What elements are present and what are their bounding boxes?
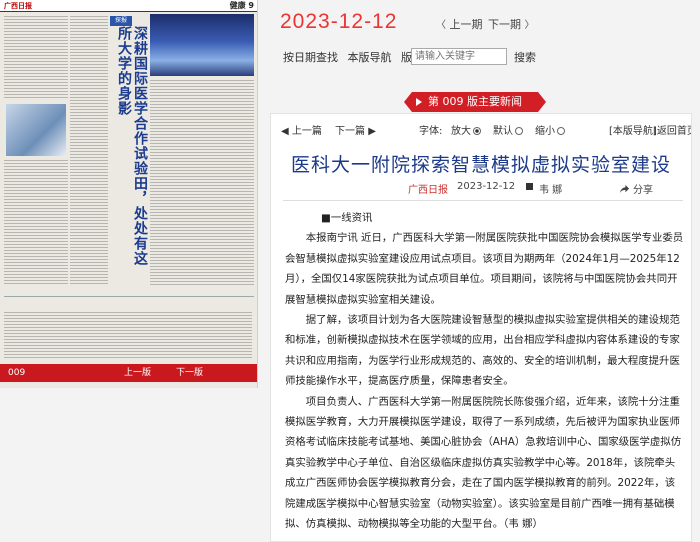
- article-paragraph: 项目负责人、广西医科大学第一附属医院院长陈俊强介绍，近年来，该院十分注重模拟医学…: [285, 395, 682, 531]
- share-icon: [619, 184, 630, 194]
- paper-vertical-headline: 深耕国际医学合作试验田，处处有这所大学的身影: [116, 26, 148, 266]
- title-divider: [283, 200, 683, 201]
- prev-article-button[interactable]: ◀ 上一篇: [281, 122, 322, 137]
- paper-prev-page-link[interactable]: 上一版: [124, 364, 151, 382]
- article-body: ■一线资讯 本报南宁讯 近日，广西医科大学第一附属医院获批中国医院协会模拟医学专…: [285, 208, 685, 535]
- epaper-window: { "paper_thumb": { "masthead_logo": "广西日…: [0, 0, 700, 542]
- chevron-left-icon: 〈: [436, 20, 446, 31]
- next-article-button[interactable]: 下一篇 ▶: [335, 122, 376, 137]
- font-default-option[interactable]: 默认: [493, 122, 525, 137]
- default-label: 默认: [493, 126, 513, 137]
- paper-photo-lab: [6, 104, 66, 156]
- paper-next-page-link[interactable]: 下一版: [176, 364, 203, 382]
- share-label: 分享: [633, 185, 653, 196]
- article-paragraph: 据了解，该项目计划为各大医院建设智慧型的模拟虚拟实验室提供相关的建设规范和标准，…: [285, 314, 680, 388]
- prev-issue-label: 上一期: [449, 18, 483, 31]
- radio-icon: [515, 127, 523, 135]
- paper-text-column: [150, 80, 254, 286]
- caret-right-icon: ▶: [368, 126, 376, 137]
- paper-text-column: [70, 16, 108, 286]
- zoom-in-label: 放大: [451, 126, 471, 137]
- font-zoom-out-option[interactable]: 缩小: [535, 122, 567, 137]
- prev-issue-button[interactable]: 〈 上一期: [436, 16, 483, 32]
- article-toolbar: ◀ 上一篇 下一篇 ▶ 字体: 放大 默认 缩小 [本版导航] [返回首页]: [271, 114, 691, 140]
- paper-text-column: [4, 16, 68, 100]
- ribbon-label: 第 009 版主要新闻: [428, 95, 522, 108]
- paper-text-column: [4, 160, 68, 286]
- next-issue-button[interactable]: 下一期 〉: [488, 16, 535, 32]
- search-button[interactable]: 搜索: [514, 49, 536, 65]
- paper-divider: [4, 296, 254, 297]
- article-lead: ■一线资讯: [321, 212, 373, 224]
- caret-left-icon: ◀: [281, 126, 289, 137]
- article-panel: ◀ 上一篇 下一篇 ▶ 字体: 放大 默认 缩小 [本版导航] [返回首页] 医…: [270, 113, 692, 542]
- paper-page-bar: 009 上一版 下一版: [0, 364, 257, 382]
- article-author: 韦 娜: [539, 185, 563, 196]
- paper-section: 健康 9: [229, 1, 254, 10]
- share-button[interactable]: 分享: [619, 181, 653, 196]
- font-zoom-in-option[interactable]: 放大: [451, 122, 483, 137]
- prev-article-label: 上一篇: [291, 126, 322, 137]
- paper-tag: 探报: [110, 16, 132, 26]
- chevron-right-icon: 〉: [524, 20, 535, 31]
- article-source: 广西日报: [408, 185, 448, 196]
- next-article-label: 下一篇: [335, 126, 365, 137]
- section-ribbon: 第 009 版主要新闻: [404, 92, 546, 112]
- issue-date: 2023-12-12: [280, 10, 398, 33]
- radio-icon: [557, 127, 565, 135]
- nav-section-nav[interactable]: 本版导航: [348, 51, 392, 64]
- article-title: 医科大一附院探索智慧模拟虚拟实验室建设: [290, 155, 671, 176]
- next-issue-label: 下一期: [488, 18, 521, 31]
- author-marker-icon: [526, 183, 533, 190]
- paper-page-number: 009: [8, 368, 26, 378]
- search-input[interactable]: [411, 48, 507, 65]
- zoom-out-label: 缩小: [535, 126, 555, 137]
- ribbon-arrow-icon: [416, 98, 422, 106]
- font-size-label: 字体:: [419, 126, 443, 137]
- newspaper-page-thumbnail[interactable]: 广西日报 健康 9 探报 深耕国际医学合作试验田，处处有这所大学的身影 009 …: [0, 0, 258, 388]
- radio-selected-icon: [473, 127, 481, 135]
- nav-by-date[interactable]: 按日期查找: [283, 51, 338, 64]
- article-byline: 广西日报 2023-12-12 韦 娜 分享: [271, 180, 691, 196]
- paper-text-column: [4, 312, 252, 360]
- paper-photo-stage: [150, 14, 254, 76]
- back-home-link[interactable]: [返回首页]: [653, 122, 691, 137]
- article-date: 2023-12-12: [457, 181, 516, 192]
- article-paragraph: 本报南宁讯 近日，广西医科大学第一附属医院获批中国医院协会模拟医学专业委员会智慧…: [285, 232, 684, 306]
- section-nav-link[interactable]: [本版导航]: [609, 122, 657, 137]
- paper-masthead: 广西日报 健康 9: [0, 0, 257, 12]
- paper-logo: 广西日报: [4, 2, 32, 10]
